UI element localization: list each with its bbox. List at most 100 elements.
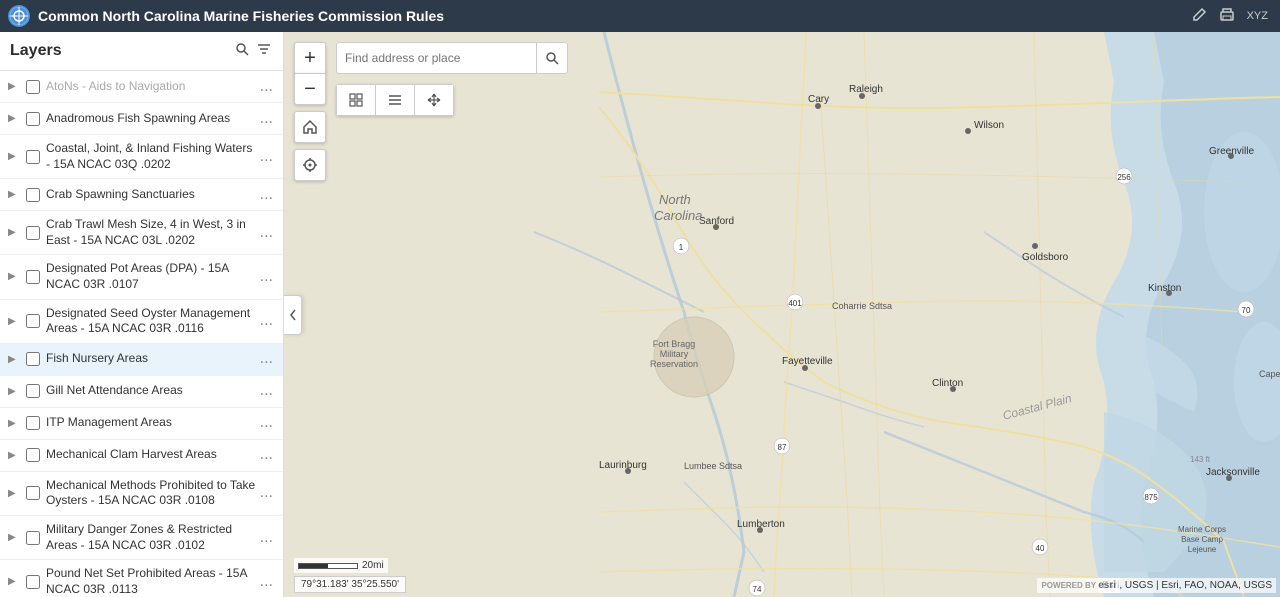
sidebar: Layers ▶ bbox=[0, 32, 284, 597]
layer-item-military[interactable]: ▶ Military Danger Zones & Restricted Are… bbox=[0, 516, 283, 560]
layer-checkbox-coastal[interactable] bbox=[26, 150, 40, 164]
layer-more-dpa[interactable]: ... bbox=[258, 268, 275, 286]
layer-item-crab-trawl[interactable]: ▶ Crab Trawl Mesh Size, 4 in West, 3 in … bbox=[0, 211, 283, 255]
layer-item-atons[interactable]: ▶ AtoNs - Aids to Navigation ... bbox=[0, 71, 283, 103]
layer-label-pound-net: Pound Net Set Prohibited Areas - 15A NCA… bbox=[46, 566, 258, 597]
zoom-in-button[interactable]: + bbox=[294, 42, 326, 74]
layer-expand-mechanical-oyster[interactable]: ▶ bbox=[8, 488, 20, 499]
grid-view-button[interactable] bbox=[336, 84, 376, 116]
layer-checkbox-anadromous[interactable] bbox=[26, 112, 40, 126]
layer-checkbox-atons[interactable] bbox=[26, 80, 40, 94]
layer-item-gill-net[interactable]: ▶ Gill Net Attendance Areas ... bbox=[0, 376, 283, 408]
layer-expand-dpa[interactable]: ▶ bbox=[8, 271, 20, 282]
layer-expand-gill-net[interactable]: ▶ bbox=[8, 386, 20, 397]
layer-expand-seed-oyster[interactable]: ▶ bbox=[8, 316, 20, 327]
layer-more-fish-nursery[interactable]: ... bbox=[258, 350, 275, 368]
layer-checkbox-military[interactable] bbox=[26, 531, 40, 545]
list-view-button[interactable] bbox=[375, 84, 415, 116]
layer-expand-crab-trawl[interactable]: ▶ bbox=[8, 227, 20, 238]
layer-item-anadromous[interactable]: ▶ Anadromous Fish Spawning Areas ... bbox=[0, 103, 283, 135]
filter-layers-button[interactable] bbox=[255, 40, 273, 62]
svg-text:Military: Military bbox=[660, 349, 689, 359]
svg-text:Goldsboro: Goldsboro bbox=[1022, 252, 1069, 263]
svg-text:Greenville: Greenville bbox=[1209, 146, 1254, 157]
layer-item-coastal[interactable]: ▶ Coastal, Joint, & Inland Fishing Water… bbox=[0, 135, 283, 179]
layer-item-mechanical-clam[interactable]: ▶ Mechanical Clam Harvest Areas ... bbox=[0, 440, 283, 472]
svg-text:Reservation: Reservation bbox=[650, 359, 698, 369]
layer-label-coastal: Coastal, Joint, & Inland Fishing Waters … bbox=[46, 141, 258, 172]
layer-checkbox-pound-net[interactable] bbox=[26, 575, 40, 589]
layer-checkbox-seed-oyster[interactable] bbox=[26, 314, 40, 328]
edit-button[interactable] bbox=[1187, 5, 1211, 28]
svg-text:Laurinburg: Laurinburg bbox=[599, 460, 647, 471]
svg-text:87: 87 bbox=[778, 443, 787, 452]
svg-text:40: 40 bbox=[1036, 544, 1045, 553]
layer-item-seed-oyster[interactable]: ▶ Designated Seed Oyster Management Area… bbox=[0, 300, 283, 344]
search-input[interactable] bbox=[336, 42, 536, 74]
layer-more-coastal[interactable]: ... bbox=[258, 148, 275, 166]
home-button[interactable] bbox=[294, 111, 326, 143]
layer-expand-crab-spawn[interactable]: ▶ bbox=[8, 189, 20, 200]
locate-button[interactable] bbox=[294, 149, 326, 181]
layer-checkbox-gill-net[interactable] bbox=[26, 384, 40, 398]
coordinates-display: 79°31.183' 35°25.550' bbox=[294, 576, 406, 593]
layer-list: ▶ AtoNs - Aids to Navigation ... ▶ Anadr… bbox=[0, 71, 283, 597]
layer-more-atons[interactable]: ... bbox=[258, 78, 275, 96]
layer-expand-anadromous[interactable]: ▶ bbox=[8, 113, 20, 124]
scale-bar: 20mi bbox=[294, 558, 388, 573]
layer-more-itp[interactable]: ... bbox=[258, 414, 275, 432]
svg-text:Lumbee Sdtsa: Lumbee Sdtsa bbox=[684, 461, 742, 471]
layer-item-itp[interactable]: ▶ ITP Management Areas ... bbox=[0, 408, 283, 440]
layer-checkbox-mechanical-clam[interactable] bbox=[26, 448, 40, 462]
layer-expand-itp[interactable]: ▶ bbox=[8, 418, 20, 429]
print-button[interactable] bbox=[1215, 5, 1239, 28]
move-tool-button[interactable] bbox=[414, 84, 454, 116]
layer-checkbox-itp[interactable] bbox=[26, 416, 40, 430]
layer-item-fish-nursery[interactable]: ▶ Fish Nursery Areas ... bbox=[0, 344, 283, 376]
layer-more-crab-spawn[interactable]: ... bbox=[258, 186, 275, 204]
xyz-button[interactable]: XYZ bbox=[1243, 5, 1272, 28]
search-button[interactable] bbox=[536, 42, 568, 74]
search-layers-button[interactable] bbox=[233, 40, 251, 62]
layer-more-crab-trawl[interactable]: ... bbox=[258, 224, 275, 242]
map-toolbar: + − bbox=[294, 42, 326, 181]
layer-item-mechanical-oyster[interactable]: ▶ Mechanical Methods Prohibited to Take … bbox=[0, 472, 283, 516]
layer-expand-military[interactable]: ▶ bbox=[8, 532, 20, 543]
layer-expand-atons[interactable]: ▶ bbox=[8, 81, 20, 92]
layer-more-seed-oyster[interactable]: ... bbox=[258, 312, 275, 330]
layer-expand-coastal[interactable]: ▶ bbox=[8, 151, 20, 162]
layer-checkbox-crab-trawl[interactable] bbox=[26, 226, 40, 240]
svg-text:Cary: Cary bbox=[808, 94, 829, 105]
layer-expand-mechanical-clam[interactable]: ▶ bbox=[8, 450, 20, 461]
layer-expand-pound-net[interactable]: ▶ bbox=[8, 576, 20, 587]
svg-text:North: North bbox=[659, 192, 691, 207]
app-logo bbox=[8, 5, 30, 27]
svg-text:Raleigh: Raleigh bbox=[849, 84, 883, 95]
layer-item-dpa[interactable]: ▶ Designated Pot Areas (DPA) - 15A NCAC … bbox=[0, 255, 283, 299]
coordinates-text: 79°31.183' 35°25.550' bbox=[301, 579, 399, 590]
layer-item-crab-spawn[interactable]: ▶ Crab Spawning Sanctuaries ... bbox=[0, 179, 283, 211]
layer-expand-fish-nursery[interactable]: ▶ bbox=[8, 354, 20, 365]
layer-more-mechanical-clam[interactable]: ... bbox=[258, 446, 275, 464]
svg-text:Carolina: Carolina bbox=[654, 208, 702, 223]
map-container[interactable]: Cary Raleigh Wilson Greenville Goldsboro… bbox=[284, 32, 1280, 597]
layer-item-pound-net[interactable]: ▶ Pound Net Set Prohibited Areas - 15A N… bbox=[0, 560, 283, 597]
layer-more-anadromous[interactable]: ... bbox=[258, 110, 275, 128]
layer-checkbox-fish-nursery[interactable] bbox=[26, 352, 40, 366]
layer-checkbox-mechanical-oyster[interactable] bbox=[26, 486, 40, 500]
svg-text:Coharrie Sdtsa: Coharrie Sdtsa bbox=[832, 301, 892, 311]
collapse-sidebar-button[interactable] bbox=[284, 295, 302, 335]
layer-label-fish-nursery: Fish Nursery Areas bbox=[46, 351, 258, 367]
layer-label-dpa: Designated Pot Areas (DPA) - 15A NCAC 03… bbox=[46, 261, 258, 292]
layer-more-gill-net[interactable]: ... bbox=[258, 382, 275, 400]
layer-more-pound-net[interactable]: ... bbox=[258, 573, 275, 591]
zoom-controls: + − bbox=[294, 42, 326, 105]
layer-checkbox-crab-spawn[interactable] bbox=[26, 188, 40, 202]
svg-text:Clinton: Clinton bbox=[932, 378, 963, 389]
zoom-out-button[interactable]: − bbox=[294, 73, 326, 105]
layer-more-mechanical-oyster[interactable]: ... bbox=[258, 484, 275, 502]
layer-checkbox-dpa[interactable] bbox=[26, 270, 40, 284]
layer-more-military[interactable]: ... bbox=[258, 529, 275, 547]
svg-text:401: 401 bbox=[788, 299, 802, 308]
search-bar bbox=[336, 42, 568, 74]
